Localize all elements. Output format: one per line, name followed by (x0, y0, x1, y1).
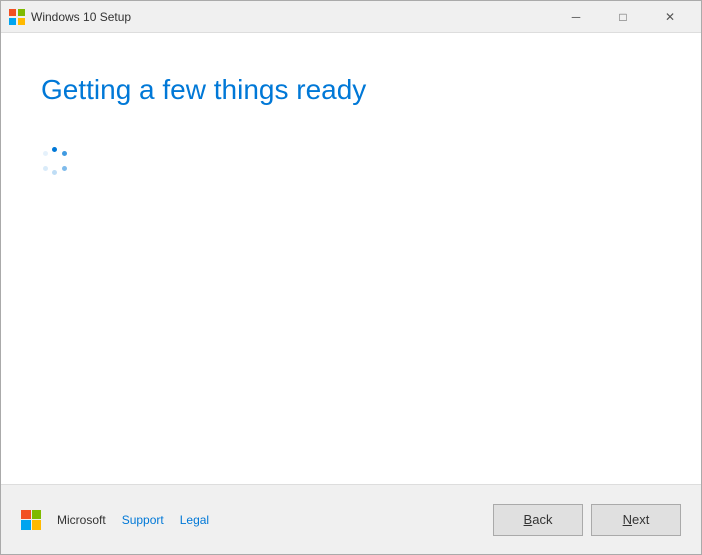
app-icon (9, 9, 25, 25)
title-bar: Windows 10 Setup ─ □ ✕ (1, 1, 701, 33)
logo-green (32, 510, 42, 520)
page-heading: Getting a few things ready (41, 73, 661, 107)
footer: Microsoft Support Legal Back Next (1, 484, 701, 554)
legal-link[interactable]: Legal (180, 513, 209, 527)
spinner-dot-3 (62, 166, 67, 171)
main-window: Windows 10 Setup ─ □ ✕ Getting a few thi… (0, 0, 702, 555)
close-button[interactable]: ✕ (647, 2, 693, 32)
spinner-dot-1 (52, 147, 57, 152)
spinner-dot-2 (62, 151, 67, 156)
spinner-dot-5 (43, 166, 48, 171)
microsoft-logo (21, 510, 41, 530)
loading-spinner (41, 147, 661, 175)
maximize-button[interactable]: □ (600, 2, 646, 32)
logo-red (21, 510, 31, 520)
footer-right: Back Next (493, 504, 681, 536)
main-content: Getting a few things ready (1, 33, 701, 484)
minimize-button[interactable]: ─ (553, 2, 599, 32)
back-button[interactable]: Back (493, 504, 583, 536)
next-button[interactable]: Next (591, 504, 681, 536)
logo-yellow (32, 520, 42, 530)
footer-left: Microsoft Support Legal (21, 510, 493, 530)
support-link[interactable]: Support (122, 513, 164, 527)
spinner-dot-4 (52, 170, 57, 175)
logo-blue (21, 520, 31, 530)
window-controls: ─ □ ✕ (553, 2, 693, 32)
window-title: Windows 10 Setup (31, 10, 553, 24)
brand-name: Microsoft (57, 513, 106, 527)
spinner-dot-6 (43, 151, 48, 156)
spinner-animation (41, 147, 69, 175)
